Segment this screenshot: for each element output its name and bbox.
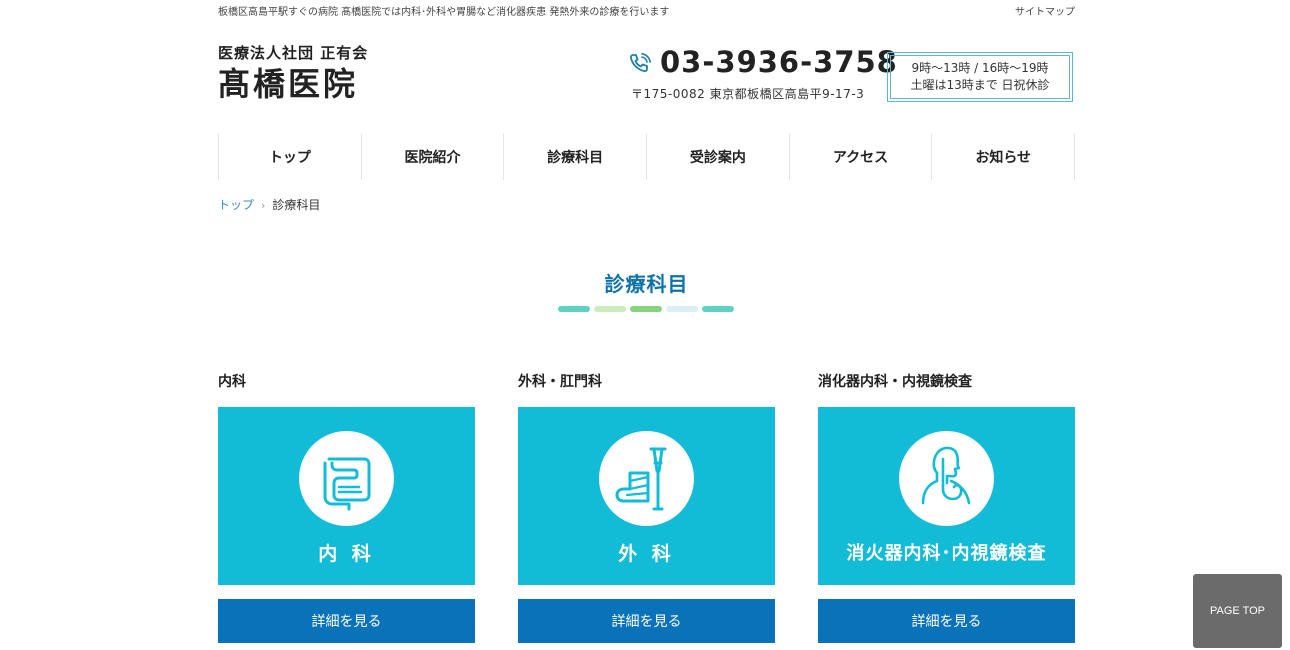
tile-label: 消火器内科･内視鏡検査 (846, 543, 1047, 564)
nav-item-news[interactable]: お知らせ (931, 134, 1076, 180)
deco-bar (558, 306, 590, 312)
phone-icon (630, 53, 651, 73)
nav-item-guide[interactable]: 受診案内 (646, 134, 789, 180)
deco-bar (702, 306, 734, 312)
logo-clinic-name: 髙橋医院 (218, 65, 359, 103)
site-logo[interactable]: 医療法人社団 正有会 髙橋医院 (218, 44, 368, 104)
card-image-tile[interactable]: 内 科 (218, 407, 475, 585)
hours-line-1: 9時～13時 / 16時～19時 (911, 61, 1049, 75)
deco-bar (666, 306, 698, 312)
card-heading: 消化器内科・内視鏡検査 (818, 374, 972, 390)
main-nav: トップ 医院紹介 診療科目 受診案内 アクセス お知らせ (218, 134, 1076, 180)
phone-number[interactable]: 03-3936-3758 (660, 44, 898, 80)
page-top-button[interactable]: PAGE TOP (1193, 574, 1282, 648)
department-card-internal: 内科 内 科 詳細を見る (218, 372, 475, 643)
clinic-address: 〒175-0082 東京都板橋区高島平9-17-3 (631, 87, 865, 101)
breadcrumb: トップ › 診療科目 (218, 196, 320, 213)
office-hours-box: 9時～13時 / 16時～19時 土曜は13時まで 日祝休診 (887, 52, 1073, 102)
tile-label: 外 科 (618, 543, 675, 565)
nav-item-about[interactable]: 医院紹介 (360, 134, 504, 180)
card-image-tile[interactable]: 外 科 (518, 407, 775, 585)
breadcrumb-separator: › (261, 199, 266, 212)
logo-corp-name: 医療法人社団 正有会 (218, 44, 369, 62)
deco-bar (630, 306, 662, 312)
page-title: 診療科目 (604, 272, 689, 296)
hours-line-2: 土曜は13時まで 日祝休診 (910, 78, 1050, 92)
details-button[interactable]: 詳細を見る (218, 599, 475, 643)
breadcrumb-home-link[interactable]: トップ (218, 198, 254, 212)
department-card-gastro: 消化器内科・内視鏡検査 消火器内科･内視鏡検査 詳細を見る (818, 372, 1075, 643)
card-heading: 外科・肛門科 (518, 374, 602, 390)
nav-item-top[interactable]: トップ (218, 134, 361, 180)
title-decoration (558, 306, 734, 312)
details-button[interactable]: 詳細を見る (518, 599, 775, 643)
nav-item-access[interactable]: アクセス (788, 134, 932, 180)
card-heading: 内科 (218, 374, 246, 390)
site-tagline: 板橋区高島平駅すぐの病院 髙橋医院では内科･外科や胃腸など消化器疾患 発熱外来の… (218, 7, 670, 18)
nav-item-departments[interactable]: 診療科目 (503, 134, 646, 180)
phone-row[interactable]: 03-3936-3758 (628, 44, 897, 80)
tile-label: 内 科 (318, 543, 375, 565)
contact-block: 03-3936-3758 〒175-0082 東京都板橋区高島平9-17-3 (628, 44, 897, 101)
intestine-icon (323, 457, 371, 511)
crutch-cast-icon (615, 447, 667, 511)
sitemap-link[interactable]: サイトマップ (1015, 3, 1075, 18)
breadcrumb-current: 診療科目 (272, 198, 321, 212)
digestive-system-icon (921, 446, 971, 505)
details-button[interactable]: 詳細を見る (818, 599, 1075, 643)
department-card-surgery: 外科・肛門科 外 科 詳細を見る (518, 372, 775, 643)
top-bar: 板橋区高島平駅すぐの病院 髙橋医院では内科･外科や胃腸など消化器疾患 発熱外来の… (218, 3, 1075, 18)
card-image-tile[interactable]: 消火器内科･内視鏡検査 (818, 407, 1075, 585)
deco-bar (594, 306, 626, 312)
